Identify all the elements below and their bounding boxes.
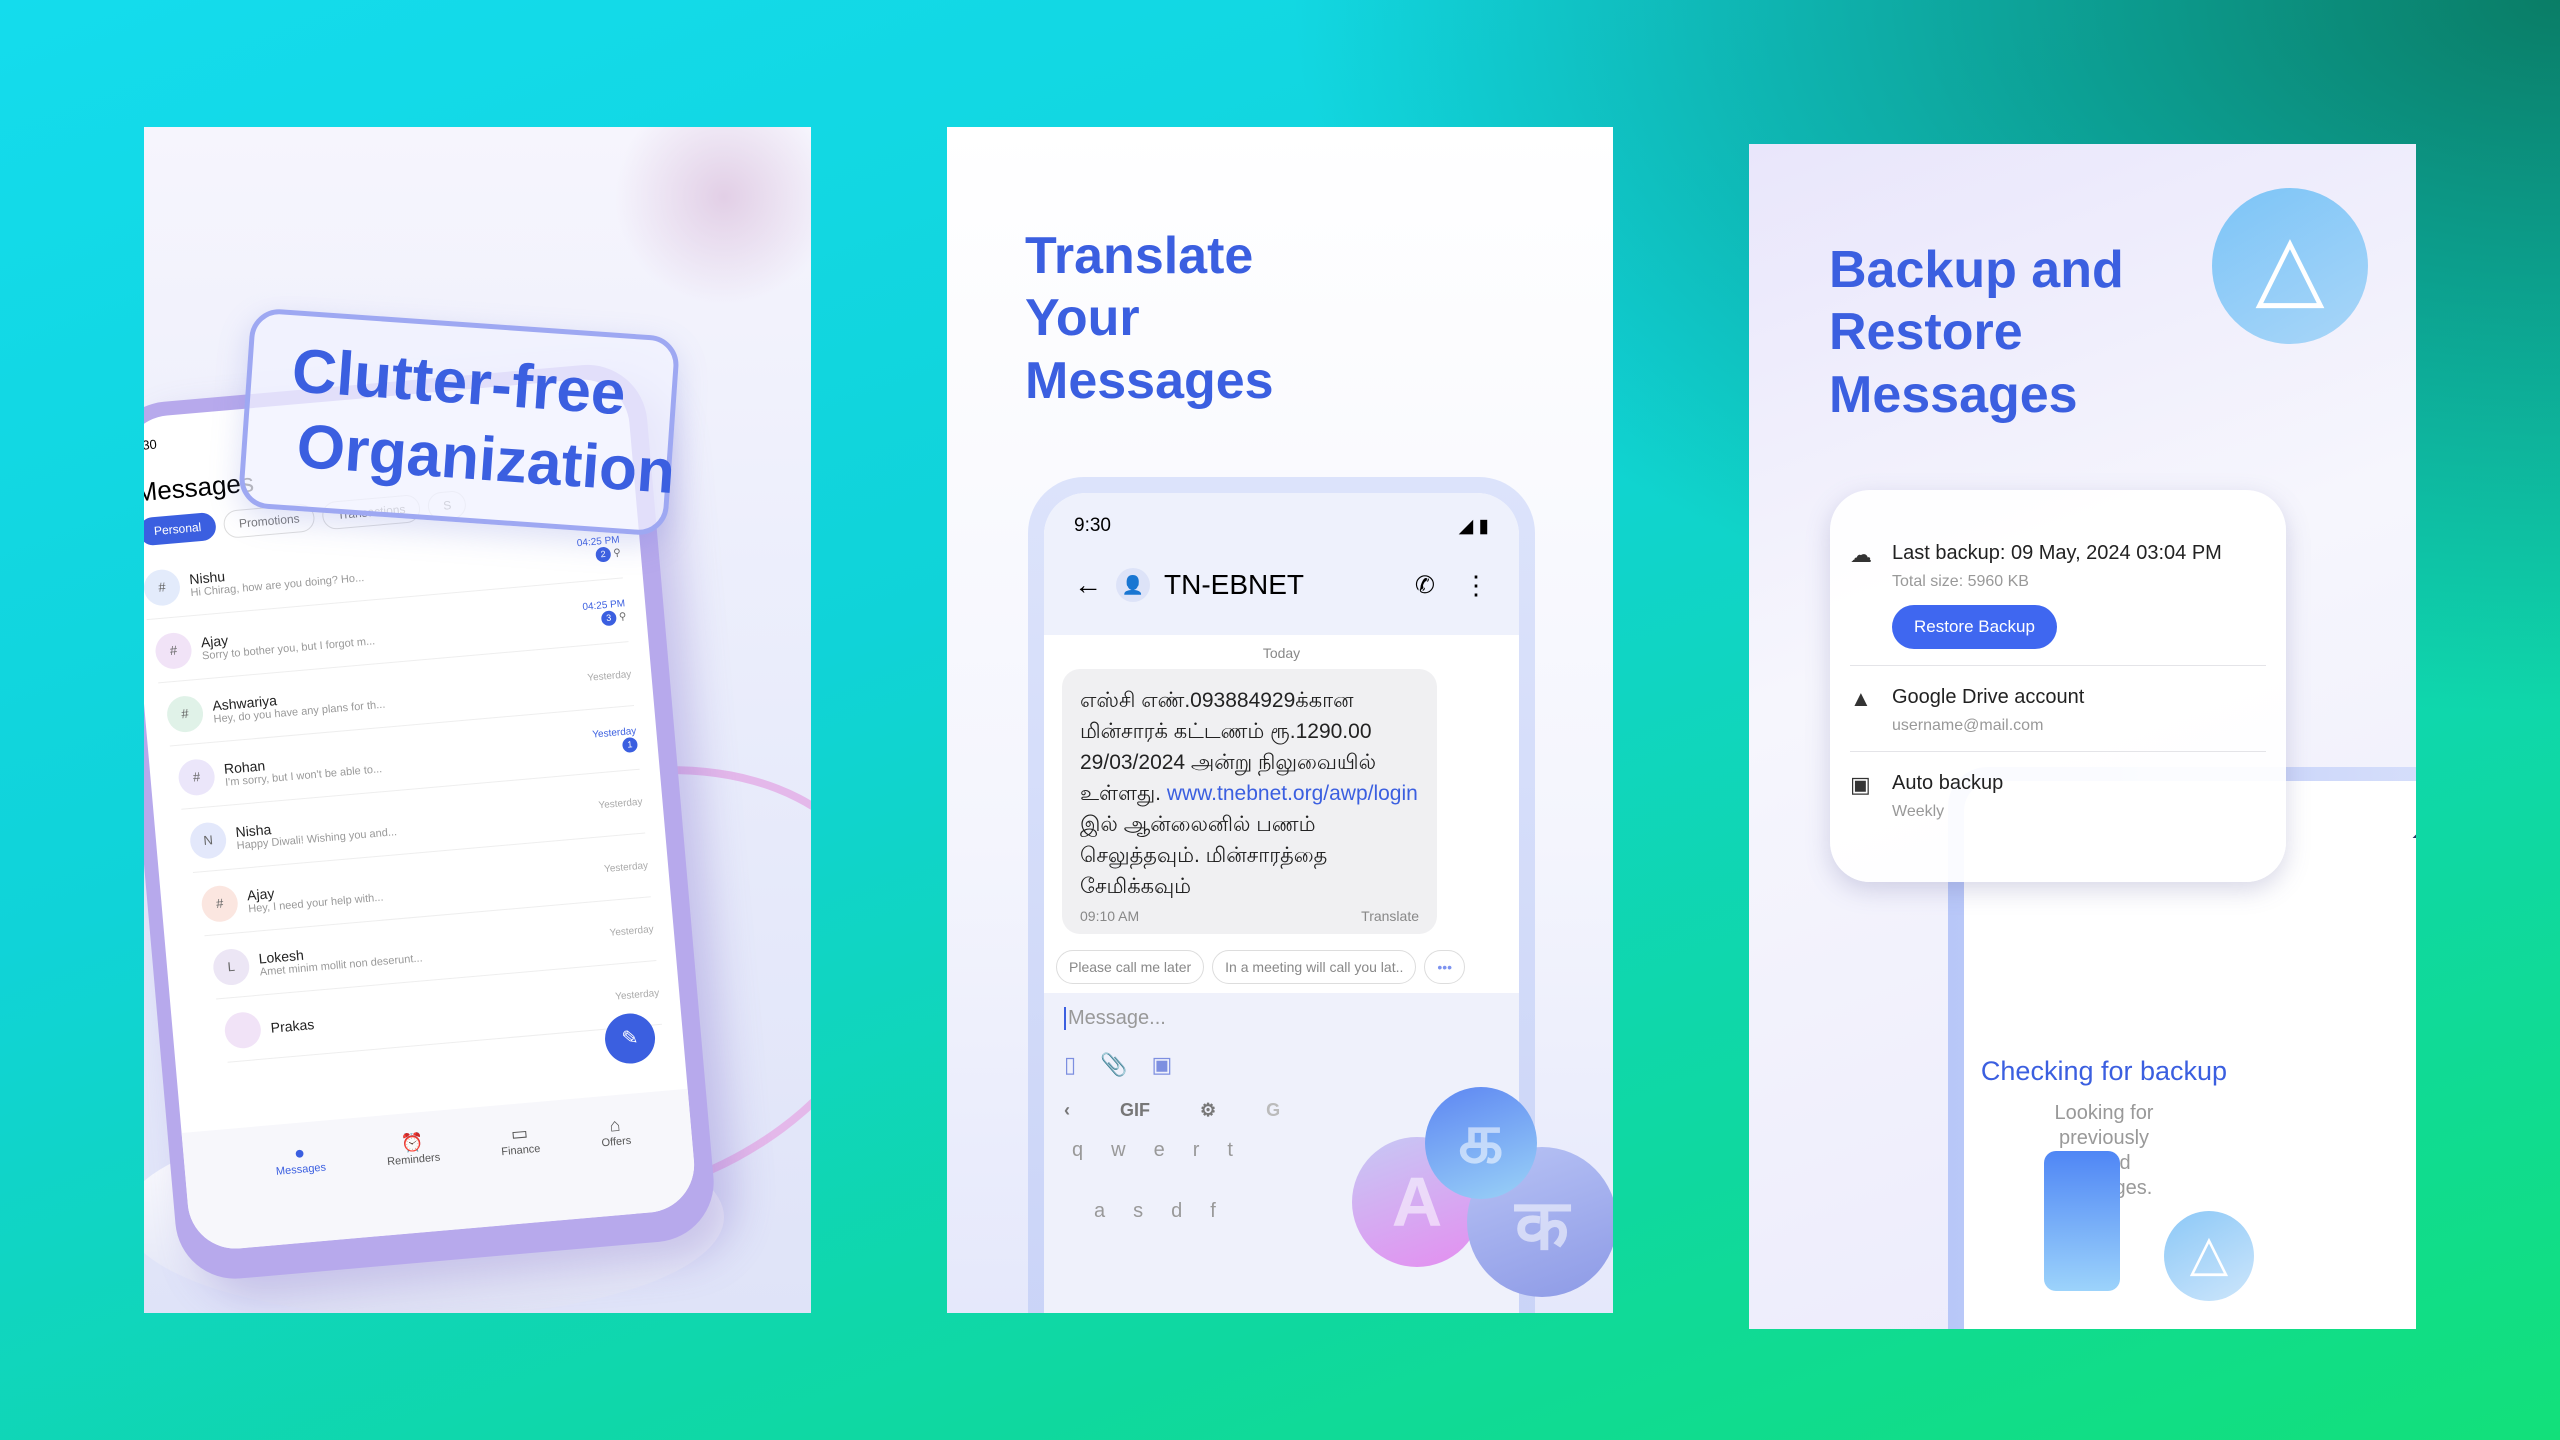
- contact-avatar-icon: 👤: [1116, 568, 1150, 602]
- gif-button[interactable]: GIF: [1120, 1100, 1150, 1121]
- unread-badge: 1: [621, 736, 639, 753]
- google-drive-icon: ▲: [1850, 686, 1872, 711]
- message-list: # Nishu Hi Chirag, how are you doing? Ho…: [144, 516, 662, 1063]
- unread-badge: 3: [600, 609, 617, 626]
- promo-panel-backup: Backup andRestoreMessages △ ◢ ▮ Checking…: [1749, 144, 2416, 1329]
- divider: [1850, 751, 2266, 752]
- drive-account-row[interactable]: ▲ Google Drive account username@mail.com: [1850, 686, 2266, 735]
- promo-panel-organization: 9:30 Messages Personal Promotions Transa…: [144, 127, 811, 1313]
- pin-icon: ⚲: [618, 610, 627, 623]
- translate-icon[interactable]: G: [1266, 1100, 1280, 1121]
- headline-box: Clutter-free Organization: [237, 307, 681, 537]
- quick-replies: Please call me later In a meeting will c…: [1056, 950, 1507, 984]
- last-backup: Last backup: 09 May, 2024 03:04 PM: [1892, 542, 2222, 564]
- phone-call-icon[interactable]: ✆: [1415, 571, 1435, 600]
- pin-icon: ⚲: [612, 547, 622, 559]
- schedule-icon[interactable]: ▣: [1152, 1052, 1173, 1078]
- calendar-clock-icon: ▣: [1850, 772, 1871, 797]
- keyboard-back-icon[interactable]: ‹: [1064, 1100, 1070, 1121]
- coin-tamil: க: [1425, 1087, 1537, 1199]
- avatar: N: [188, 820, 228, 860]
- more-menu-icon[interactable]: ⋮: [1463, 570, 1489, 601]
- signal-icons: ◢ ▮: [1458, 516, 1489, 537]
- message-time: 09:10 AM: [1080, 908, 1140, 924]
- sim-icon[interactable]: ▯: [1064, 1052, 1076, 1078]
- key[interactable]: q: [1072, 1139, 1083, 1162]
- quick-reply[interactable]: In a meeting will call you lat..: [1212, 950, 1417, 984]
- sender-name: Prakas: [270, 1015, 315, 1036]
- message-link[interactable]: www.tnebnet.org/awp/login: [1167, 782, 1418, 805]
- backup-card: ☁ Last backup: 09 May, 2024 03:04 PM Tot…: [1830, 490, 2286, 882]
- settings-gear-icon[interactable]: ⚙: [1200, 1100, 1216, 1121]
- promo-panel-translate: Translate Your Messages 9:30 ◢ ▮ ← 👤 TN-EB…: [947, 127, 1613, 1313]
- google-drive-logo-icon: △: [2212, 188, 2368, 344]
- avatar: #: [165, 694, 205, 734]
- attach-icon[interactable]: 📎: [1100, 1052, 1127, 1078]
- nav-finance[interactable]: ▭ Finance: [499, 1122, 547, 1225]
- checking-title: Checking for backup: [1980, 1056, 2228, 1086]
- message-time: Yesterday: [586, 669, 632, 684]
- key[interactable]: a: [1094, 1200, 1105, 1223]
- avatar: #: [177, 757, 217, 797]
- nav-offers[interactable]: ⌂ Offers: [599, 1114, 637, 1216]
- auto-backup-row[interactable]: ▣ Auto backup Weekly: [1850, 772, 2266, 821]
- tab-personal[interactable]: Personal: [144, 511, 218, 547]
- headline: Backup and Restore Messages: [1829, 241, 2124, 424]
- message-time: Yesterday: [614, 987, 660, 1003]
- auto-backup-label: Auto backup: [1892, 772, 2004, 794]
- divider: [1850, 665, 2266, 666]
- nav-reminders[interactable]: ⏰ Reminders: [385, 1131, 447, 1235]
- drive-illustration-icon: △: [2164, 1211, 2254, 1301]
- key[interactable]: e: [1154, 1139, 1165, 1162]
- avatar: #: [200, 883, 240, 923]
- restore-backup-button[interactable]: Restore Backup: [1892, 605, 2057, 649]
- auto-backup-value: Weekly: [1892, 803, 1945, 820]
- message-text-cont: இல் ஆன்லைனில் பணம் செலுத்தவும். மின்சாரத…: [1080, 813, 1328, 898]
- message-bubble: எஸ்சி எண்.093884929க்கான மின்சாரக் கட்டண…: [1062, 669, 1437, 934]
- date-divider: Today: [1262, 645, 1301, 661]
- nav-messages[interactable]: ● Messages: [274, 1141, 333, 1245]
- unread-badge: 2: [594, 545, 612, 563]
- avatar: L: [211, 947, 251, 987]
- avatar: #: [153, 630, 193, 670]
- message-time: Yesterday: [609, 924, 655, 939]
- quick-reply[interactable]: Please call me later: [1056, 950, 1205, 984]
- key[interactable]: f: [1210, 1200, 1216, 1223]
- translate-button[interactable]: Translate: [1361, 908, 1419, 924]
- key[interactable]: t: [1227, 1139, 1233, 1162]
- more-replies-button[interactable]: •••: [1424, 950, 1466, 984]
- back-arrow-icon[interactable]: ←: [1074, 569, 1102, 601]
- message-time: 04:25 PM: [576, 534, 620, 549]
- message-time: Yesterday: [598, 796, 643, 812]
- key[interactable]: s: [1133, 1200, 1143, 1223]
- status-time: 9:30: [1074, 515, 1111, 536]
- key[interactable]: d: [1171, 1200, 1182, 1223]
- avatar: [223, 1010, 263, 1050]
- message-time: 04:25 PM: [581, 597, 626, 613]
- compose-icon: ✎: [620, 1026, 640, 1051]
- phone-illustration-icon: [2044, 1151, 2120, 1291]
- bottom-nav: ● Messages ⏰ Reminders ▭ Finance ⌂ Offers: [181, 1088, 699, 1253]
- key[interactable]: r: [1193, 1139, 1200, 1162]
- key[interactable]: w: [1111, 1139, 1125, 1162]
- drive-label: Google Drive account: [1892, 686, 2085, 708]
- cloud-upload-icon: ☁: [1850, 542, 1872, 567]
- contact-name: TN-EBNET: [1164, 569, 1304, 600]
- drive-email: username@mail.com: [1892, 717, 2044, 734]
- signal-icons: ◢ ▮: [2412, 821, 2416, 841]
- message-input[interactable]: Message...: [1064, 1007, 1499, 1030]
- message-time: Yesterday: [603, 860, 649, 876]
- total-size: Total size: 5960 KB: [1892, 573, 2029, 590]
- avatar: #: [144, 567, 182, 607]
- headline: Translate Your Messages: [1025, 227, 1274, 410]
- tag-icon: ⌂: [608, 1114, 622, 1136]
- decor-blob: [614, 127, 811, 307]
